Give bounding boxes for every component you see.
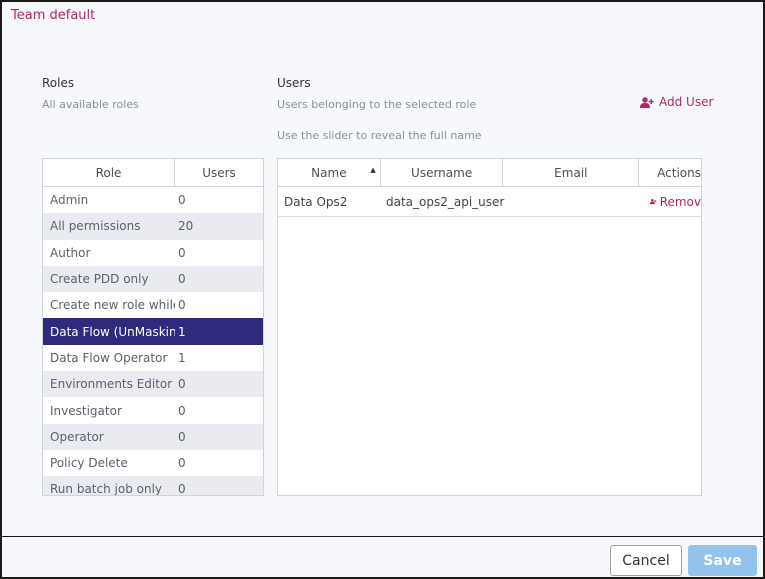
role-users-count-cell: 0 [178, 377, 186, 392]
column-header-name[interactable]: Name ▲ [278, 159, 381, 186]
slider-hint: Use the slider to reveal the full name [277, 129, 482, 142]
column-header-users[interactable]: Users [175, 159, 263, 186]
role-name-cell: Admin [50, 193, 89, 208]
role-name-cell: Operator [50, 429, 104, 444]
table-row[interactable]: Author 0 [43, 240, 263, 266]
role-users-count-cell: 0 [178, 403, 186, 418]
role-name-cell: All permissions [50, 219, 141, 234]
user-username-cell: data_ops2_api_user [386, 194, 505, 209]
roles-title: Roles [42, 76, 75, 90]
role-users-count-cell: 0 [178, 482, 186, 496]
role-users-count-cell: 0 [178, 429, 186, 444]
user-name-cell: Data Ops2 [284, 194, 348, 209]
users-subtitle: Users belonging to the selected role [277, 98, 477, 111]
dialog-title: Team default [11, 8, 96, 23]
table-row[interactable]: Create PDD only 0 [43, 265, 263, 293]
users-title: Users [277, 76, 311, 90]
role-name-cell: Environments Editor [50, 377, 173, 392]
sort-ascending-icon: ▲ [370, 166, 376, 174]
table-row[interactable]: Data Flow Operator 1 [43, 345, 263, 371]
table-row[interactable]: Admin 0 [43, 187, 263, 213]
remove-user-button[interactable]: Remov [650, 195, 701, 209]
role-users-count-cell: 1 [178, 324, 186, 339]
table-row[interactable]: Investigator 0 [43, 397, 263, 423]
user-actions-cell: Remov [640, 195, 701, 209]
table-row[interactable]: Data Ops2 data_ops2_api_user Remov [278, 187, 701, 217]
role-users-count-cell: 0 [178, 272, 186, 287]
role-name-cell: Data Flow Operator [50, 350, 168, 365]
role-name-cell: Investigator [50, 403, 122, 418]
add-user-label: Add User [659, 95, 714, 109]
add-user-button[interactable]: Add User [640, 95, 713, 109]
roles-table-body: Admin 0 All permissions 20 Author 0 Create PDD… [43, 187, 263, 496]
column-header-actions: Actions [657, 165, 702, 180]
roles-table-header: Role Users [43, 159, 263, 187]
column-header-username[interactable]: Username [381, 159, 504, 186]
role-name-cell: Create PDD only [50, 272, 149, 287]
role-users-count-cell: 0 [178, 298, 186, 313]
remove-user-label: Remov [659, 194, 701, 209]
save-button[interactable]: Save [688, 545, 757, 576]
users-table: Name ▲ Username Email Actions Data Ops2 … [277, 158, 702, 496]
roles-table: Role Users Admin 0 All permissions 20 Author… [42, 158, 264, 496]
role-name-cell: Author [50, 245, 91, 260]
column-header-name-label: Name [311, 165, 347, 180]
role-name-cell: Create new role while p [50, 298, 175, 313]
role-users-count-cell: 20 [178, 219, 194, 234]
role-users-count-cell: 0 [178, 193, 186, 208]
footer-divider [2, 536, 763, 537]
table-row[interactable]: Environments Editor 0 [43, 371, 263, 398]
table-row[interactable]: Policy Delete 0 [43, 450, 263, 476]
table-row[interactable]: Run batch job only 0 [43, 476, 263, 496]
users-table-header: Name ▲ Username Email Actions [278, 159, 701, 187]
roles-subtitle: All available roles [42, 98, 139, 111]
table-row[interactable]: Data Flow (UnMasking)1 [43, 318, 263, 345]
column-header-role[interactable]: Role [43, 159, 175, 186]
role-name-cell: Run batch job only [50, 482, 163, 496]
team-dialog: Team default Roles All available roles R… [0, 0, 765, 579]
cancel-button[interactable]: Cancel [610, 545, 682, 576]
role-name-cell: Data Flow (UnMasking) [50, 324, 175, 339]
column-header-email[interactable]: Email [503, 159, 640, 186]
remove-user-icon [650, 199, 657, 205]
table-row[interactable]: Operator 0 [43, 423, 263, 450]
role-name-cell: Policy Delete [50, 456, 128, 471]
role-users-count-cell: 0 [178, 456, 186, 471]
add-user-icon [640, 96, 654, 108]
role-users-count-cell: 0 [178, 245, 186, 260]
role-users-count-cell: 1 [178, 350, 186, 365]
table-row[interactable]: Create new role while p0 [43, 292, 263, 318]
table-row[interactable]: All permissions 20 [43, 213, 263, 240]
